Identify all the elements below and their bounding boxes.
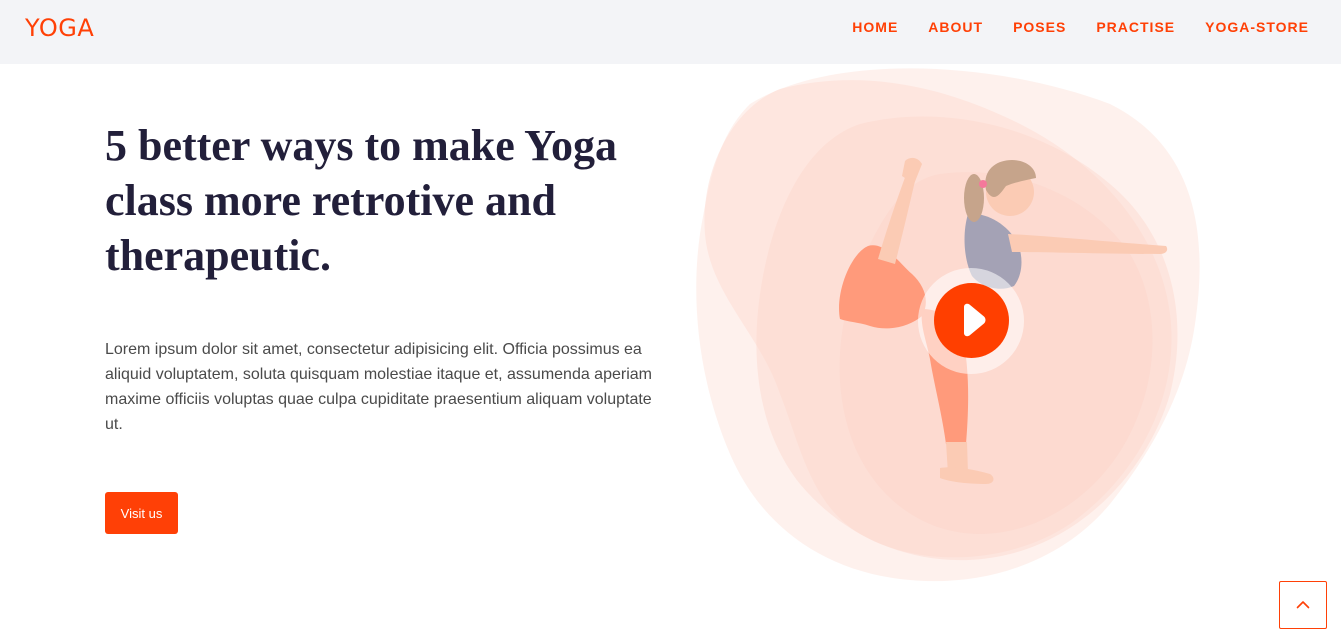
- play-video-button[interactable]: [918, 268, 1024, 374]
- navbar: YOGA HOME ABOUT POSES PRACTISE YOGA-STOR…: [0, 0, 1341, 64]
- hero-title: 5 better ways to make Yoga class more re…: [105, 121, 618, 280]
- scroll-to-top-button[interactable]: [1279, 581, 1327, 629]
- logo[interactable]: YOGA: [25, 14, 94, 42]
- nav-link-practise[interactable]: PRACTISE: [1096, 19, 1175, 35]
- hero-description: Lorem ipsum dolor sit amet, consectetur …: [105, 341, 652, 433]
- nav-link-poses[interactable]: POSES: [1013, 19, 1066, 35]
- play-icon: [964, 303, 986, 337]
- visit-us-button[interactable]: Visit us: [105, 492, 178, 534]
- nav-link-home[interactable]: HOME: [852, 19, 898, 35]
- nav-link-about[interactable]: ABOUT: [928, 19, 983, 35]
- chevron-up-icon: [1296, 601, 1310, 609]
- nav-link-yoga-store[interactable]: YOGA-STORE: [1205, 19, 1309, 35]
- main-nav: HOME ABOUT POSES PRACTISE YOGA-STORE: [852, 19, 1309, 35]
- play-button-core: [934, 283, 1009, 358]
